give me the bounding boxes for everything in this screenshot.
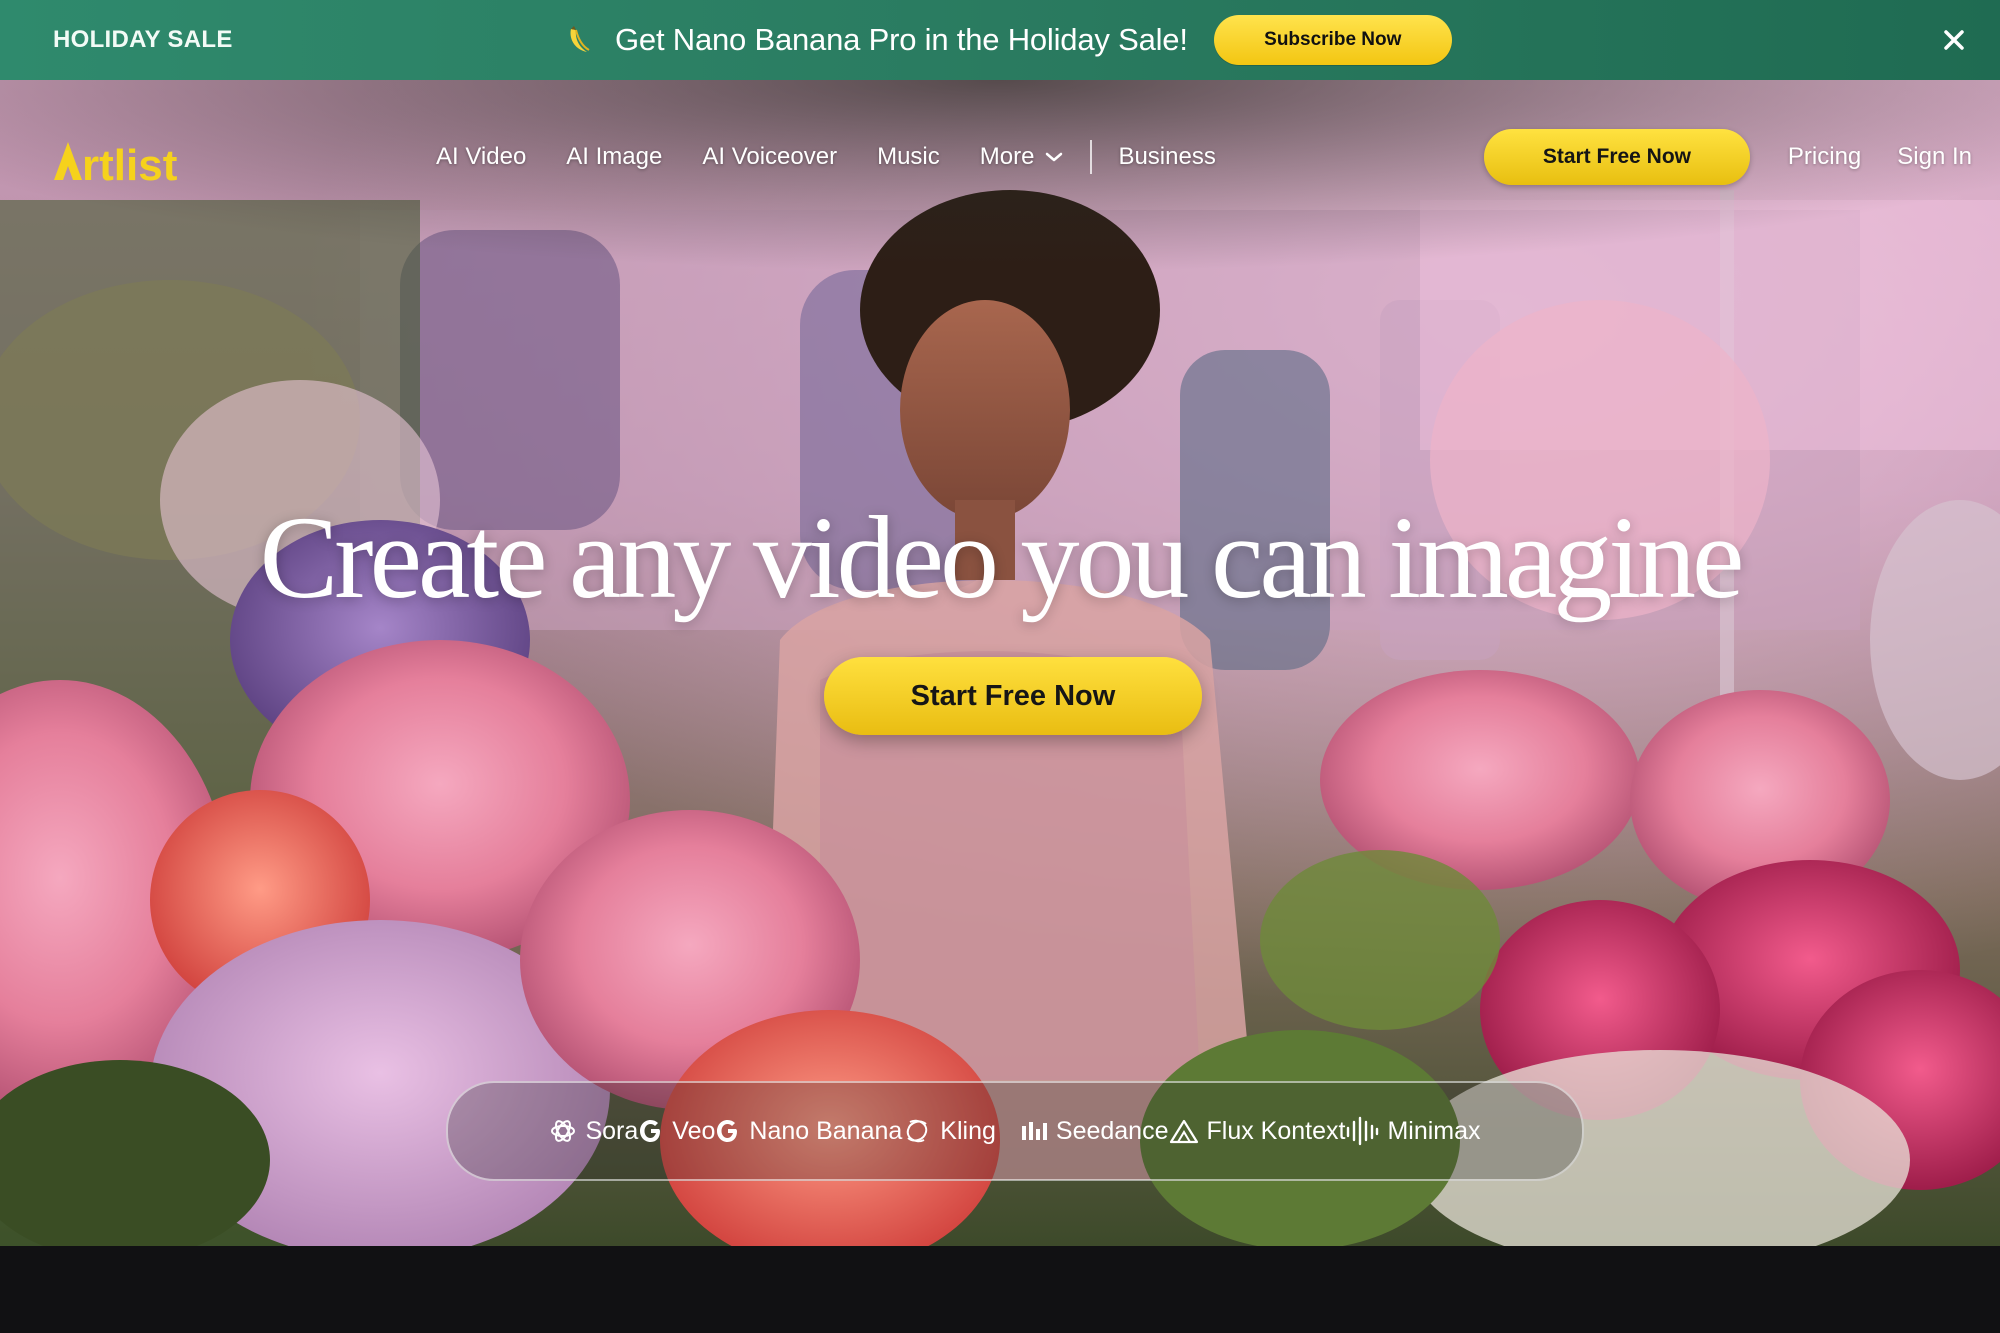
model-name: Sora [585, 1116, 639, 1145]
promo-banner: HOLIDAY SALE Get Nano Banana Pro in the … [0, 0, 2000, 80]
artlist-logo[interactable]: rtlist [52, 130, 192, 190]
nav-start-free-button[interactable]: Start Free Now [1483, 129, 1750, 185]
nav-link-ai-voiceover[interactable]: AI Voiceover [702, 143, 837, 171]
hero-start-free-button[interactable]: Start Free Now [824, 657, 1202, 735]
promo-headline: Get Nano Banana Pro in the Holiday Sale! [615, 22, 1188, 57]
google-icon [640, 1120, 661, 1142]
model-veo[interactable]: Veo [638, 1117, 715, 1146]
model-sora[interactable]: Sora [549, 1117, 638, 1146]
model-name: Flux Kontext [1206, 1116, 1346, 1145]
model-name: Kling [940, 1116, 996, 1145]
nav-more-dropdown[interactable]: More [980, 143, 1065, 171]
nav-right: Start Free Now Pricing Sign In [1483, 128, 2000, 186]
nav-link-sign-in[interactable]: Sign In [1897, 143, 1972, 171]
nav-link-pricing[interactable]: Pricing [1788, 143, 1861, 171]
minimax-icon [1347, 1116, 1379, 1146]
close-icon[interactable] [1936, 22, 1972, 58]
nav-more-label: More [979, 143, 1035, 170]
flux-icon [1169, 1119, 1198, 1144]
nav-link-ai-video[interactable]: AI Video [436, 143, 526, 171]
subscribe-now-button[interactable]: Subscribe Now [1213, 15, 1452, 65]
model-minimax[interactable]: Minimax [1345, 1116, 1481, 1146]
openai-icon [551, 1120, 576, 1142]
nav-links: AI Video AI Image AI Voiceover Music Mor… [436, 132, 1256, 182]
below-fold-section [0, 1246, 2000, 1333]
model-name: Minimax [1387, 1116, 1481, 1145]
google-icon [717, 1120, 738, 1142]
nav-link-music[interactable]: Music [877, 143, 940, 171]
model-nano-banana[interactable]: Nano Banana [715, 1117, 902, 1146]
model-name: Seedance [1055, 1116, 1169, 1145]
model-kling[interactable]: Kling [902, 1116, 996, 1146]
nav-link-business[interactable]: Business [1118, 143, 1215, 171]
promo-center: Get Nano Banana Pro in the Holiday Sale!… [565, 0, 1452, 80]
model-flux-kontext[interactable]: Flux Kontext [1169, 1116, 1346, 1146]
kling-icon [907, 1119, 928, 1143]
hero-title: Create any video you can imagine [259, 492, 1745, 623]
artlist-logo-mark: rtlist [54, 141, 178, 190]
model-name: Nano Banana [749, 1116, 903, 1145]
holiday-sale-tag: HOLIDAY SALE [53, 26, 233, 53]
nav-link-ai-image[interactable]: AI Image [566, 143, 662, 171]
bytedance-icon [1021, 1122, 1047, 1140]
main-nav: rtlist AI Video AI Image AI Voiceover Mu… [0, 80, 2000, 232]
model-seedance[interactable]: Seedance [996, 1117, 1169, 1146]
nav-divider [1090, 140, 1093, 174]
model-name: Veo [672, 1116, 716, 1145]
models-bar: Sora Veo Nano Banana Kling Seedance Flux… [446, 1081, 1584, 1181]
logo-text: rtlist [82, 141, 178, 190]
chevron-down-icon [1046, 152, 1063, 162]
banana-icon [565, 25, 593, 55]
